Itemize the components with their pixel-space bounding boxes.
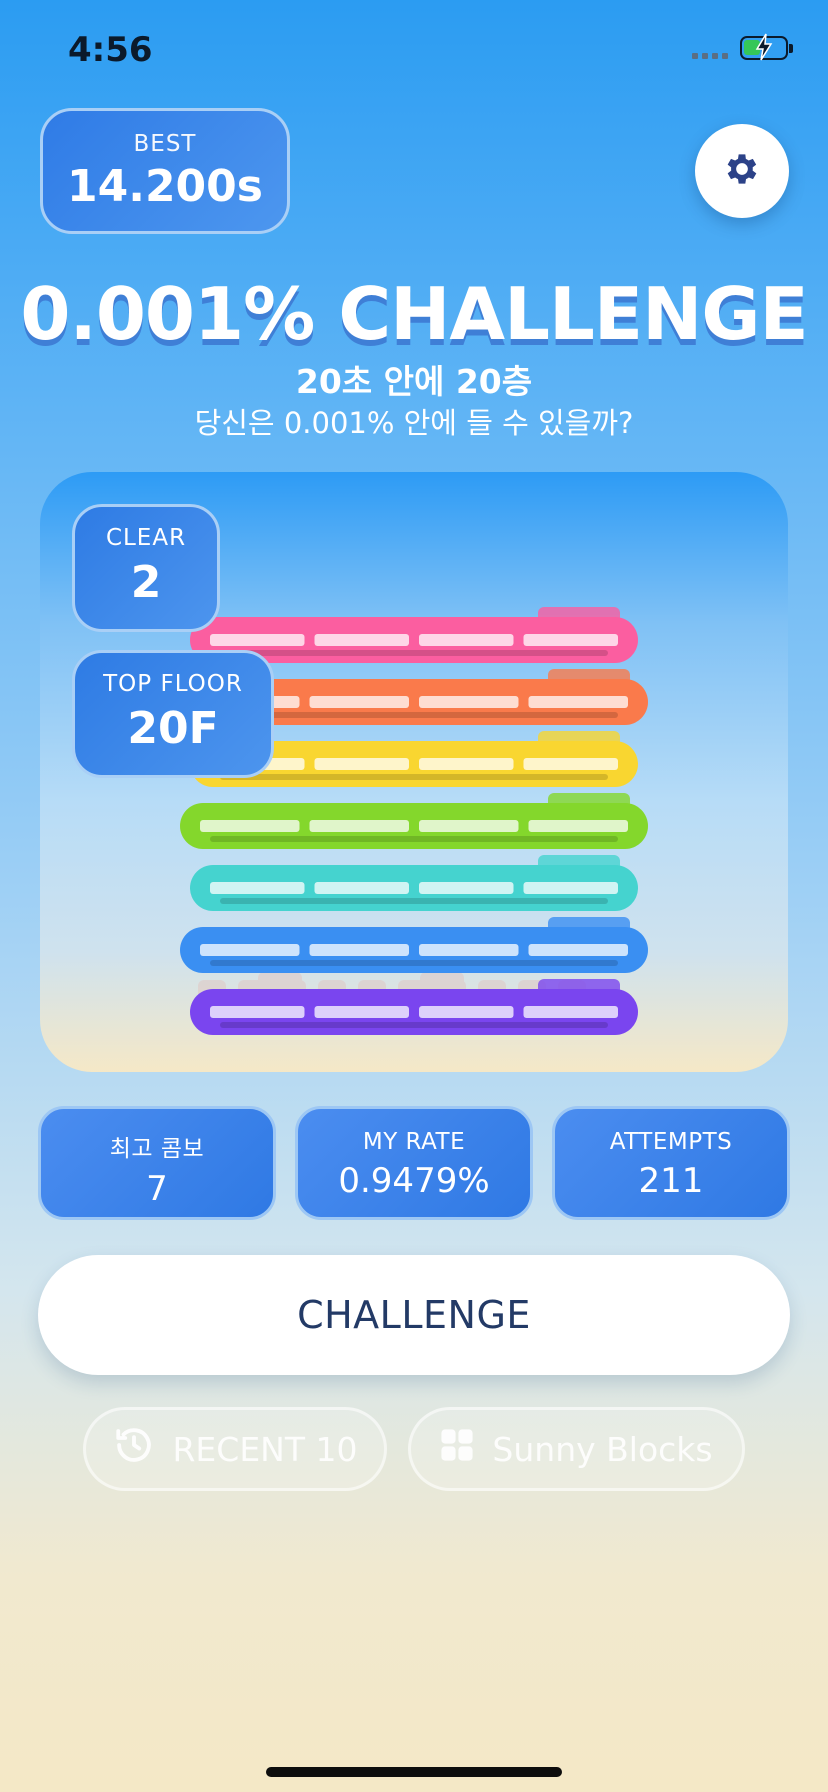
recent-10-label: RECENT 10	[172, 1429, 358, 1469]
tower-preview: CLEAR 2 TOP FLOOR 20F	[40, 472, 788, 1072]
charging-bolt-icon	[754, 33, 774, 66]
tower-block	[190, 855, 638, 911]
status-time: 4:56	[68, 30, 153, 70]
stat-label: 최고 콤보	[109, 1136, 205, 1162]
home-indicator	[266, 1767, 562, 1777]
recent-10-button[interactable]: RECENT 10	[83, 1407, 387, 1491]
best-value: 14.200s	[67, 161, 263, 212]
history-icon	[113, 1424, 155, 1474]
tower-block	[180, 793, 648, 849]
best-score-card: BEST 14.200s	[40, 108, 290, 234]
stat-card-rate: MY RATE 0.9479%	[295, 1106, 533, 1220]
signal-icon	[692, 53, 728, 59]
gear-icon	[722, 149, 762, 194]
sunny-blocks-button[interactable]: Sunny Blocks	[408, 1407, 745, 1491]
best-label: BEST	[133, 131, 197, 157]
settings-button[interactable]	[695, 124, 789, 218]
top-floor-value: 20F	[127, 703, 219, 754]
stat-label: MY RATE	[362, 1129, 466, 1155]
battery-nub	[789, 44, 793, 53]
stat-value: 7	[146, 1169, 168, 1209]
page-title: 0.001% CHALLENGE	[20, 272, 808, 356]
stat-value: 211	[638, 1161, 704, 1201]
page-subtitle: 20초 안에 20층	[295, 362, 533, 401]
stat-card-attempts: ATTEMPTS 211	[552, 1106, 790, 1220]
status-bar: 4:56	[0, 0, 828, 100]
stat-label: ATTEMPTS	[609, 1129, 733, 1155]
stat-card-combo: 최고 콤보 7	[38, 1106, 276, 1220]
top-floor-label: TOP FLOOR	[103, 671, 243, 697]
stat-value: 0.9479%	[338, 1161, 490, 1201]
page-tagline: 당신은 0.001% 안에 들 수 있을까?	[194, 406, 634, 440]
tower-block	[180, 917, 648, 973]
clear-label: CLEAR	[105, 525, 187, 551]
clear-value: 2	[130, 557, 162, 608]
grid-icon	[440, 1428, 474, 1470]
top-floor-badge: TOP FLOOR 20F	[72, 650, 274, 778]
clear-badge: CLEAR 2	[72, 504, 220, 632]
stats-row: 최고 콤보 7 MY RATE 0.9479% ATTEMPTS 211	[38, 1106, 790, 1220]
sunny-blocks-label: Sunny Blocks	[492, 1429, 713, 1469]
challenge-button[interactable]: CHALLENGE	[38, 1255, 790, 1375]
